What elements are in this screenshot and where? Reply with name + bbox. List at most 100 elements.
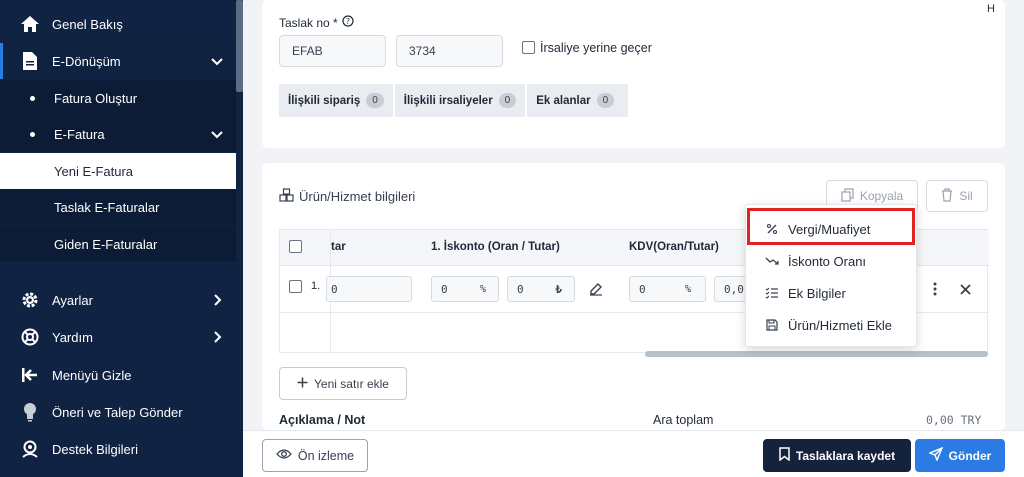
currency-unit: ₺ xyxy=(555,282,562,296)
plus-icon xyxy=(297,377,308,391)
menu-item-ek-bilgiler[interactable]: Ek Bilgiler xyxy=(746,277,918,309)
sidebar-item-label: Menüyü Gizle xyxy=(52,367,132,383)
discount-amount-value: 0 xyxy=(517,282,524,296)
sidebar-item-genel-bakis[interactable]: Genel Bakış xyxy=(0,6,236,42)
sidebar-item-taslak-e-faturalar[interactable]: Taslak E-Faturalar xyxy=(0,189,236,225)
lifebuoy-icon xyxy=(19,326,41,348)
subtotal-value: 0,00 TRY xyxy=(926,413,982,427)
vat-rate-value: 0 xyxy=(639,282,646,296)
menu-item-iskonto-orani[interactable]: İskonto Oranı xyxy=(746,245,918,277)
amount-input[interactable]: 0 xyxy=(326,276,412,302)
document-icon xyxy=(19,50,41,72)
add-row-label: Yeni satır ekle xyxy=(314,376,389,391)
row-checkbox[interactable] xyxy=(289,280,302,293)
svg-text:?: ? xyxy=(346,17,350,26)
products-title-text: Ürün/Hizmet bilgileri xyxy=(299,189,416,204)
copy-label: Kopyala xyxy=(859,189,904,203)
delete-label: Sil xyxy=(959,189,973,203)
sidebar-item-label: E-Dönüşüm xyxy=(52,53,121,69)
products-section-title: Ürün/Hizmet bilgileri xyxy=(279,188,415,205)
discount-rate-input[interactable]: 0 % xyxy=(431,276,499,302)
menu-item-label: İskonto Oranı xyxy=(788,253,867,269)
sidebar-item-yeni-e-fatura[interactable]: Yeni E-Fatura xyxy=(0,153,236,189)
add-row-button[interactable]: Yeni satır ekle xyxy=(279,367,407,400)
chevron-right-icon xyxy=(208,328,226,346)
sidebar-item-label: Öneri ve Talep Gönder xyxy=(52,404,183,420)
subtotal-label: Ara toplam xyxy=(653,413,714,427)
draft-card xyxy=(262,0,1005,148)
bullet-icon xyxy=(30,95,35,101)
tab-count-badge: 0 xyxy=(366,93,384,108)
sidebar-item-ayarlar[interactable]: Ayarlar xyxy=(0,282,236,318)
sidebar-item-giden-e-faturalar[interactable]: Giden E-Faturalar xyxy=(0,226,236,262)
irsaliye-label: İrsaliye yerine geçer xyxy=(540,41,652,55)
checklist-icon xyxy=(765,287,779,299)
sidebar-item-e-donusum[interactable]: E-Dönüşüm xyxy=(0,43,236,79)
highlight-box xyxy=(747,208,915,245)
percent-unit: % xyxy=(479,283,486,295)
preview-button[interactable]: Ön izleme xyxy=(262,439,368,472)
discount-amount-input[interactable]: 0 ₺ xyxy=(507,276,575,302)
delete-button[interactable]: Sil xyxy=(926,180,988,212)
send-label: Gönder xyxy=(948,448,992,463)
column-header-amount: tar xyxy=(331,241,346,253)
table-horizontal-scrollbar[interactable] xyxy=(645,351,988,357)
tab-label: Ek alanlar xyxy=(536,94,591,107)
tab-count-badge: 0 xyxy=(596,93,615,108)
bullet-icon xyxy=(30,131,35,137)
save-draft-button[interactable]: Taslaklara kaydet xyxy=(763,439,911,472)
draft-number-label: Taslak no * ? xyxy=(279,15,354,30)
send-button[interactable]: Gönder xyxy=(915,439,1005,472)
sidebar-item-menuyu-gizle[interactable]: Menüyü Gizle xyxy=(0,357,236,393)
sidebar-item-label: Ayarlar xyxy=(52,292,93,308)
sidebar-item-fatura-olustur[interactable]: Fatura Oluştur xyxy=(0,80,236,116)
save-icon xyxy=(765,319,779,331)
tab-ek-alanlar[interactable]: Ek alanlar 0 xyxy=(527,84,629,117)
edit-icon[interactable] xyxy=(589,282,603,299)
question-circle-icon[interactable]: ? xyxy=(342,15,354,30)
related-tabs: İlişkili sipariş 0 İlişkili irsaliyeler … xyxy=(279,84,654,117)
sidebar-item-e-fatura[interactable]: E-Fatura xyxy=(0,116,236,152)
trash-icon xyxy=(941,187,953,205)
column-header-discount: 1. İskonto (Oran / Tutar) xyxy=(431,241,560,253)
sidebar: Genel Bakış E-Dönüşüm Fatura Oluştur E-F… xyxy=(0,0,243,477)
sidebar-item-label: Destek Bilgileri xyxy=(52,441,138,457)
more-vertical-icon[interactable] xyxy=(932,282,938,299)
select-all-checkbox[interactable] xyxy=(289,240,302,253)
send-icon xyxy=(927,446,943,464)
copy-icon xyxy=(841,187,854,205)
menu-item-label: Ürün/Hizmeti Ekle xyxy=(788,317,893,333)
irsaliye-checkbox[interactable] xyxy=(522,41,535,54)
sidebar-item-yardim[interactable]: Yardım xyxy=(0,319,236,355)
lightbulb-icon xyxy=(19,401,41,423)
sidebar-item-label: Giden E-Faturalar xyxy=(54,236,158,252)
boxes-icon xyxy=(279,188,295,205)
tab-label: İlişkili sipariş xyxy=(288,94,361,107)
column-header-vat: KDV(Oran/Tutar) xyxy=(629,241,719,253)
sidebar-item-label: Yardım xyxy=(52,329,93,345)
discount-rate-value: 0 xyxy=(441,282,448,296)
sidebar-scrollbar[interactable] xyxy=(236,0,243,92)
sidebar-item-destek-bilgileri[interactable]: Destek Bilgileri xyxy=(0,431,236,467)
sidebar-item-label: Yeni E-Fatura xyxy=(54,163,134,179)
tab-iliskili-siparis[interactable]: İlişkili sipariş 0 xyxy=(279,84,393,117)
chevron-right-icon xyxy=(208,291,226,309)
tab-label: İlişkili irsaliyeler xyxy=(403,94,493,107)
sidebar-item-oneri-talep[interactable]: Öneri ve Talep Gönder xyxy=(0,394,236,430)
gear-icon xyxy=(19,289,41,311)
tab-count-badge: 0 xyxy=(498,93,517,108)
sidebar-item-label: E-Fatura xyxy=(54,126,105,142)
menu-item-urun-hizmeti-ekle[interactable]: Ürün/Hizmeti Ekle xyxy=(746,309,918,341)
save-draft-label: Taslaklara kaydet xyxy=(795,448,896,463)
tab-iliskili-irsaliyeler[interactable]: İlişkili irsaliyeler 0 xyxy=(394,84,526,117)
close-icon[interactable] xyxy=(960,283,971,298)
trend-down-icon xyxy=(765,256,779,266)
row-index: 1. xyxy=(311,280,321,292)
home-icon xyxy=(19,13,41,35)
draft-prefix-input[interactable]: EFAB xyxy=(279,35,386,67)
menu-item-label: Ek Bilgiler xyxy=(788,285,846,301)
note-label: Açıklama / Not xyxy=(279,413,366,427)
draft-number-input[interactable]: 3734 xyxy=(396,35,503,67)
sidebar-item-label: Genel Bakış xyxy=(52,16,123,32)
vat-rate-input[interactable]: 0 % xyxy=(629,276,706,302)
